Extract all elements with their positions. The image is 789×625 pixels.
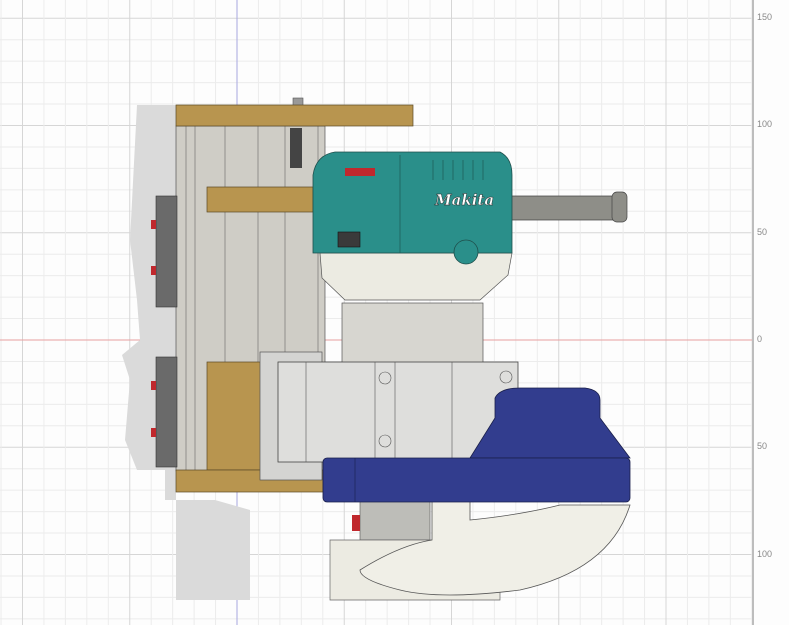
makita-logo: Makita xyxy=(434,191,494,209)
ruler-label: 150 xyxy=(757,12,773,22)
model-router-mount[interactable]: Makita xyxy=(0,0,789,625)
dust-shroud-base xyxy=(322,457,631,503)
lower-block xyxy=(206,361,263,471)
power-switch[interactable] xyxy=(337,231,361,248)
carriage-block-lower xyxy=(155,356,178,468)
vertical-ruler xyxy=(752,0,754,625)
ruler-label: 0 xyxy=(757,333,763,344)
cad-viewport[interactable]: Makita 150 100 50 0 50 100 xyxy=(0,0,789,625)
ruler-label: 100 xyxy=(757,119,773,130)
middle-bar xyxy=(206,186,314,213)
carriage-block-upper xyxy=(155,195,178,308)
speed-dial-icon[interactable] xyxy=(345,168,375,176)
router-lower-housing xyxy=(319,252,513,301)
spindle xyxy=(359,499,431,541)
ruler-label: 50 xyxy=(757,226,768,237)
ruler-label: 100 xyxy=(757,548,773,559)
lead-screw xyxy=(290,128,302,168)
ruler-label: 50 xyxy=(757,441,768,452)
router-collar xyxy=(341,302,484,364)
top-plate xyxy=(175,104,414,127)
lock-screw xyxy=(453,239,479,265)
router-handle xyxy=(504,195,621,221)
